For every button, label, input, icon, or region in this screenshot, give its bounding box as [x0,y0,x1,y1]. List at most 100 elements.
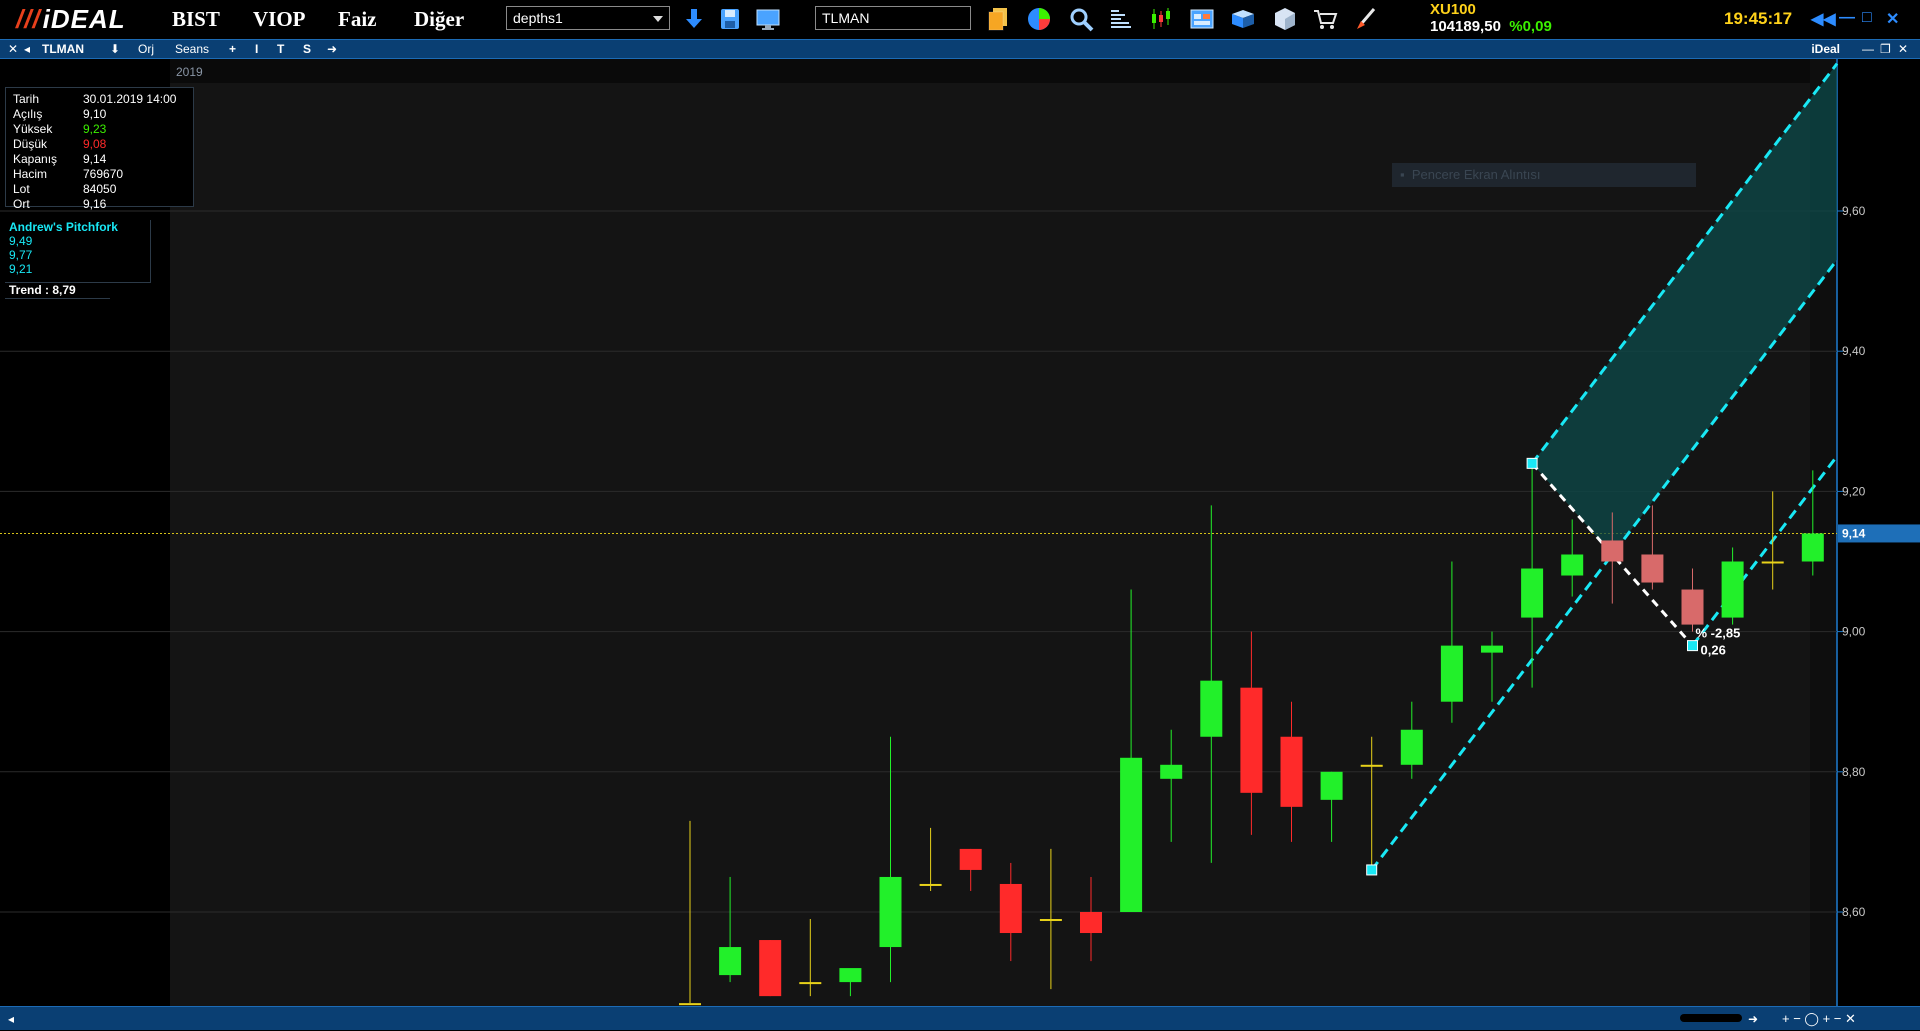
candle-body [879,876,902,948]
menu-viop[interactable]: VIOP [253,7,306,32]
save-icon[interactable] [716,5,744,33]
info-key: Tarih [13,92,40,106]
layout-combo-value: depths1 [513,10,563,26]
candle-body [1681,589,1704,625]
pie-chart-icon[interactable] [1025,5,1053,33]
ticker-value: 104189,50 [1430,18,1501,35]
candle-body [919,883,942,886]
depth-bars-icon[interactable] [1107,5,1135,33]
window-grid-icon[interactable] [1188,5,1216,33]
chart-btn-seans[interactable]: Seans [175,42,209,56]
maximize-icon[interactable]: □ [1862,9,1872,27]
y-tick-label: 9,60 [1842,204,1866,218]
candle-body [1440,645,1463,702]
candle-body [799,982,822,985]
symbol-input[interactable]: TLMAN [815,6,971,30]
chart-area[interactable]: 2019 % -2,85 0,26 8,60 8,80 9,00 9,20 9,40 9,6… [0,59,1920,1006]
chart-brand: iDeal [1811,42,1840,56]
candlestick-icon[interactable] [1147,5,1175,33]
chart-download-icon[interactable]: ⬇ [110,42,120,56]
chart-btn-plus[interactable]: + [229,42,236,56]
menu-diger[interactable]: Diğer [414,7,464,32]
candle-body [1801,533,1824,562]
plot-background [170,59,1810,1006]
info-value: 9,14 [83,152,107,166]
ohlc-info-panel: Tarih 30.01.2019 14:00 Açılış 9,10 Yüksek 9,2… [5,87,194,211]
candle-body [1320,771,1343,800]
chart-btn-orj[interactable]: Orj [138,42,154,56]
pitchfork-value-2: 9,77 [9,248,33,262]
candle-body [1561,554,1584,576]
info-key: Açılış [13,107,43,121]
chevron-down-icon [653,16,663,22]
zoom-controls-icon: + − ◯ + − ✕ [1782,1011,1856,1027]
y-tick-label: 8,80 [1842,765,1866,779]
price-chart[interactable]: 2019 % -2,85 0,26 8,60 8,80 9,00 9,20 9,40 9,6… [0,59,1920,1006]
info-value: 30.01.2019 14:00 [83,92,177,106]
info-key: Ort [13,197,30,211]
pitchfork-value-1: 9,49 [9,234,33,248]
candle-body [1039,919,1062,922]
candle-body [1200,680,1223,737]
chart-minimize-icon[interactable]: — [1862,42,1874,56]
ticker-name: XU100 [1430,1,1476,18]
folder-copy-icon[interactable] [985,5,1013,33]
current-price-label: 9,14 [1842,526,1866,540]
candle-body [1400,729,1423,765]
info-key: Yüksek [13,122,53,136]
search-icon[interactable] [1067,5,1095,33]
menu-bist[interactable]: BIST [172,7,220,32]
chart-toolbar: ✕ ◂ TLMAN ⬇ Orj Seans + I T S ➜ iDeal — … [0,39,1920,59]
chart-btn-s[interactable]: S [303,42,311,56]
chart-symbol[interactable]: TLMAN [42,42,84,56]
brush-icon[interactable] [1352,5,1380,33]
layout-combobox[interactable]: depths1 [506,6,670,30]
cube-icon[interactable] [1271,5,1299,33]
candle-body [1240,687,1263,793]
chart-close-icon[interactable]: ✕ [8,42,18,56]
chart-btn-t[interactable]: T [277,42,284,56]
bottom-scrollbar[interactable]: ◂ ➜ + − ◯ + − ✕ [0,1006,1920,1030]
chart-close-window-icon[interactable]: ✕ [1898,42,1908,56]
menu-faiz[interactable]: Faiz [338,7,376,32]
y-tick-label: 9,00 [1842,625,1866,639]
chart-btn-i[interactable]: I [255,42,258,56]
chart-restore-icon[interactable]: ❐ [1880,42,1891,56]
minimize-icon[interactable]: — [1839,9,1855,27]
candle-body [759,940,782,997]
candle-body [1280,736,1303,807]
year-label: 2019 [176,65,203,79]
candle-body [1360,764,1383,767]
info-key: Lot [13,182,30,196]
close-icon[interactable]: ✕ [1886,9,1899,29]
candle-body [959,848,982,870]
candle-body [1481,645,1503,653]
window-snapshot-hint[interactable]: ▪ Pencere Ekran Alıntısı [1392,163,1696,187]
app-logo: ///iDEAL [16,4,126,34]
candle-body [1641,554,1664,583]
info-value: 9,23 [83,122,107,136]
index-ticker[interactable]: XU100 104189,50 %0,09 [1430,1,1552,35]
cart-icon[interactable] [1311,5,1339,33]
chart-forward-icon[interactable]: ➜ [327,42,337,56]
download-arrow-icon[interactable] [680,5,708,33]
scroll-thumb [1680,1014,1742,1022]
clock: 19:45:17 [1724,9,1793,28]
price-diff-label: 0,26 [1701,643,1726,658]
pitchfork-value-3: 9,21 [9,262,33,276]
news-icon[interactable] [1229,5,1257,33]
candle-body [1160,764,1183,779]
y-tick-label: 8,60 [1842,905,1866,919]
y-tick-label: 9,20 [1842,484,1866,498]
top-toolbar: ///iDEAL BIST VIOP Faiz Diğer depths1 TL… [0,0,1920,38]
monitor-icon[interactable] [754,5,782,33]
candle-body [719,947,742,976]
info-value: 769670 [83,167,124,181]
pitchfork-anchor [1687,640,1698,652]
chart-back-icon[interactable]: ◂ [24,42,30,56]
ticker-change: %0,09 [1509,18,1552,35]
back-icon[interactable]: ◀◀ [1811,9,1836,29]
info-value: 9,08 [83,137,107,151]
info-value: 9,10 [83,107,107,121]
info-key: Düşük [13,137,48,151]
